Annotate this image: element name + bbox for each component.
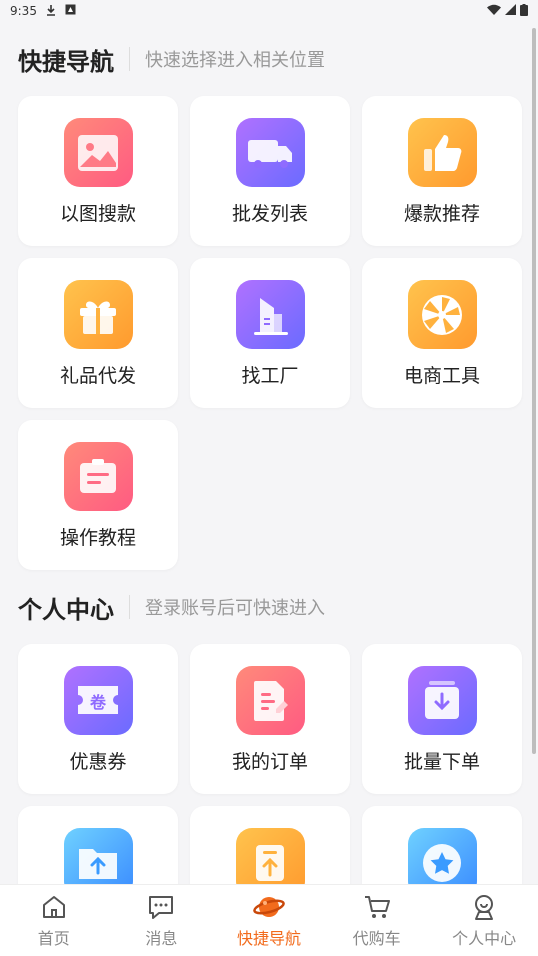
tab-label: 个人中心: [452, 928, 517, 948]
tutorial-icon: [63, 442, 133, 511]
nav-label: 以图搜款: [59, 203, 136, 225]
tab-quick-nav[interactable]: 快捷导航: [219, 893, 319, 949]
factory-icon: [235, 280, 305, 349]
batch-order-icon: [407, 666, 477, 735]
tab-cart[interactable]: 代购车: [327, 893, 427, 949]
nav-card-my-orders[interactable]: 我的订单: [190, 644, 350, 794]
nav-card-coupons[interactable]: 卷 优惠券: [18, 644, 178, 794]
nav-card-upload-folder[interactable]: [18, 806, 178, 884]
personal-center-grid: 卷 优惠券 我的订单 批量下单: [0, 644, 538, 884]
status-time: 9:35: [10, 4, 37, 18]
signal-icon: [505, 4, 516, 18]
battery-icon: [520, 3, 528, 19]
tab-label: 首页: [37, 928, 70, 948]
nav-card-wholesale-list[interactable]: 批发列表: [190, 96, 350, 246]
tab-label: 代购车: [352, 928, 401, 948]
gift-icon: [63, 280, 133, 349]
cart-icon: [363, 893, 391, 921]
section-title: 快捷导航: [18, 47, 114, 76]
nav-label: 礼品代发: [59, 365, 136, 387]
section-title: 个人中心: [18, 595, 114, 624]
message-icon: [147, 893, 175, 921]
nav-card-gift-dropship[interactable]: 礼品代发: [18, 258, 178, 408]
nav-card-upload-file[interactable]: [190, 806, 350, 884]
tab-label: 消息: [145, 928, 178, 948]
nav-label: 我的订单: [231, 751, 308, 773]
status-bar: 9:35: [0, 0, 538, 22]
wheel-icon: [407, 280, 477, 349]
nav-card-ecommerce-tools[interactable]: 电商工具: [362, 258, 522, 408]
user-icon: [471, 893, 497, 921]
tab-messages[interactable]: 消息: [111, 893, 211, 949]
nav-card-tutorial[interactable]: 操作教程: [18, 420, 178, 570]
home-icon: [41, 893, 67, 921]
nav-label: 优惠券: [69, 751, 127, 773]
scroll-content[interactable]: 快捷导航 快速选择进入相关位置 以图搜款 批发列表 爆款推荐 礼品代发 找工厂 …: [0, 22, 538, 884]
nav-label: 批发列表: [231, 203, 308, 225]
coupon-icon: 卷: [63, 666, 133, 735]
coupon-badge-text: 卷: [89, 692, 106, 712]
nav-card-find-factory[interactable]: 找工厂: [190, 258, 350, 408]
bottom-tab-bar: 首页 消息 快捷导航 代购车 个人中心: [0, 884, 538, 956]
nav-label: 找工厂: [241, 365, 299, 387]
section-subtitle: 登录账号后可快速进入: [145, 598, 325, 619]
personal-center-header: 个人中心 登录账号后可快速进入: [0, 570, 538, 644]
quick-nav-grid: 以图搜款 批发列表 爆款推荐 礼品代发 找工厂 电商工具 操作教程: [0, 96, 538, 570]
star-icon: [407, 828, 477, 884]
nav-card-image-search[interactable]: 以图搜款: [18, 96, 178, 246]
nav-card-batch-order[interactable]: 批量下单: [362, 644, 522, 794]
notification-icon: [65, 4, 76, 18]
tab-personal-center[interactable]: 个人中心: [434, 893, 534, 949]
truck-icon: [235, 118, 305, 187]
download-icon: [45, 4, 57, 19]
upload-file-icon: [235, 828, 305, 884]
thumbs-up-icon: [407, 118, 477, 187]
quick-nav-header: 快捷导航 快速选择进入相关位置: [0, 22, 538, 96]
nav-card-favorites[interactable]: [362, 806, 522, 884]
order-icon: [235, 666, 305, 735]
nav-label: 批量下单: [403, 751, 480, 773]
divider: [129, 47, 130, 71]
nav-label: 电商工具: [403, 365, 480, 387]
tab-home[interactable]: 首页: [4, 893, 104, 949]
tab-label: 快捷导航: [236, 928, 301, 948]
image-icon: [63, 118, 133, 187]
upload-folder-icon: [63, 828, 133, 884]
wifi-icon: [487, 4, 501, 18]
section-subtitle: 快速选择进入相关位置: [145, 50, 325, 71]
nav-label: 爆款推荐: [403, 203, 480, 225]
scrollbar[interactable]: [532, 28, 536, 754]
divider: [129, 595, 130, 619]
nav-card-hot-picks[interactable]: 爆款推荐: [362, 96, 522, 246]
planet-icon: [253, 893, 285, 921]
nav-label: 操作教程: [59, 527, 136, 549]
